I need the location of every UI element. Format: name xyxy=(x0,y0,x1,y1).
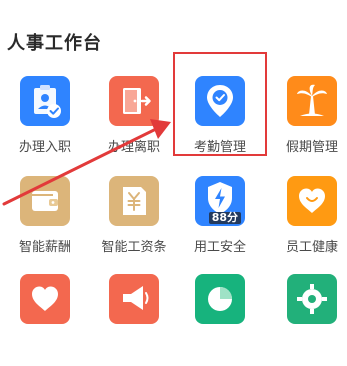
row3-icon-tile-2 xyxy=(109,274,159,324)
row3-icon-tile-4 xyxy=(287,274,337,324)
pie-chart-icon xyxy=(208,287,232,311)
palm-tree-icon xyxy=(297,84,327,116)
onboarding-item[interactable]: 办理入职 xyxy=(4,76,86,168)
leave-icon-tile xyxy=(287,76,337,126)
employment-safety-label: 用工安全 xyxy=(193,240,246,255)
offboarding-icon-tile xyxy=(109,76,159,126)
leave-management-label: 假期管理 xyxy=(285,140,338,155)
row3-item-2[interactable] xyxy=(93,274,175,366)
heart-icon xyxy=(299,188,325,213)
row3-item-3[interactable] xyxy=(179,274,261,366)
megaphone-icon xyxy=(123,286,149,310)
employee-health-icon-tile xyxy=(287,176,337,226)
offboarding-label: 办理离职 xyxy=(107,140,160,155)
heart-icon xyxy=(32,286,58,311)
wallet-icon xyxy=(32,191,58,211)
yuan-document-icon xyxy=(123,187,146,215)
employment-safety-item[interactable]: 88分 用工安全 xyxy=(179,176,261,268)
smart-payroll-label: 智能薪酬 xyxy=(18,240,71,255)
smart-payslip-icon-tile xyxy=(109,176,159,226)
smart-payroll-item[interactable]: 智能薪酬 xyxy=(4,176,86,268)
employment-safety-icon-tile: 88分 xyxy=(195,176,245,226)
location-check-icon xyxy=(207,85,233,117)
id-card-check-icon xyxy=(34,85,61,118)
row3-item-1[interactable] xyxy=(4,274,86,366)
smart-payslip-item[interactable]: 智能工资条 xyxy=(93,176,175,268)
safety-score-badge: 88分 xyxy=(208,212,241,224)
attendance-management-label: 考勤管理 xyxy=(193,140,246,155)
gear-icon xyxy=(297,284,327,314)
onboarding-label: 办理入职 xyxy=(18,140,71,155)
offboarding-item[interactable]: 办理离职 xyxy=(93,76,175,168)
smart-payroll-icon-tile xyxy=(20,176,70,226)
exit-door-icon xyxy=(123,88,151,114)
row3-icon-tile-1 xyxy=(20,274,70,324)
row3-item-4[interactable] xyxy=(271,274,347,366)
employee-health-label: 员工健康 xyxy=(285,240,338,255)
leave-management-item[interactable]: 假期管理 xyxy=(271,76,347,168)
smart-payslip-label: 智能工资条 xyxy=(101,240,167,255)
attendance-icon-tile xyxy=(195,76,245,126)
employee-health-item[interactable]: 员工健康 xyxy=(271,176,347,268)
attendance-management-item[interactable]: 考勤管理 xyxy=(179,76,261,168)
row3-icon-tile-3 xyxy=(195,274,245,324)
page-title: 人事工作台 xyxy=(7,33,102,54)
onboarding-icon-tile xyxy=(20,76,70,126)
